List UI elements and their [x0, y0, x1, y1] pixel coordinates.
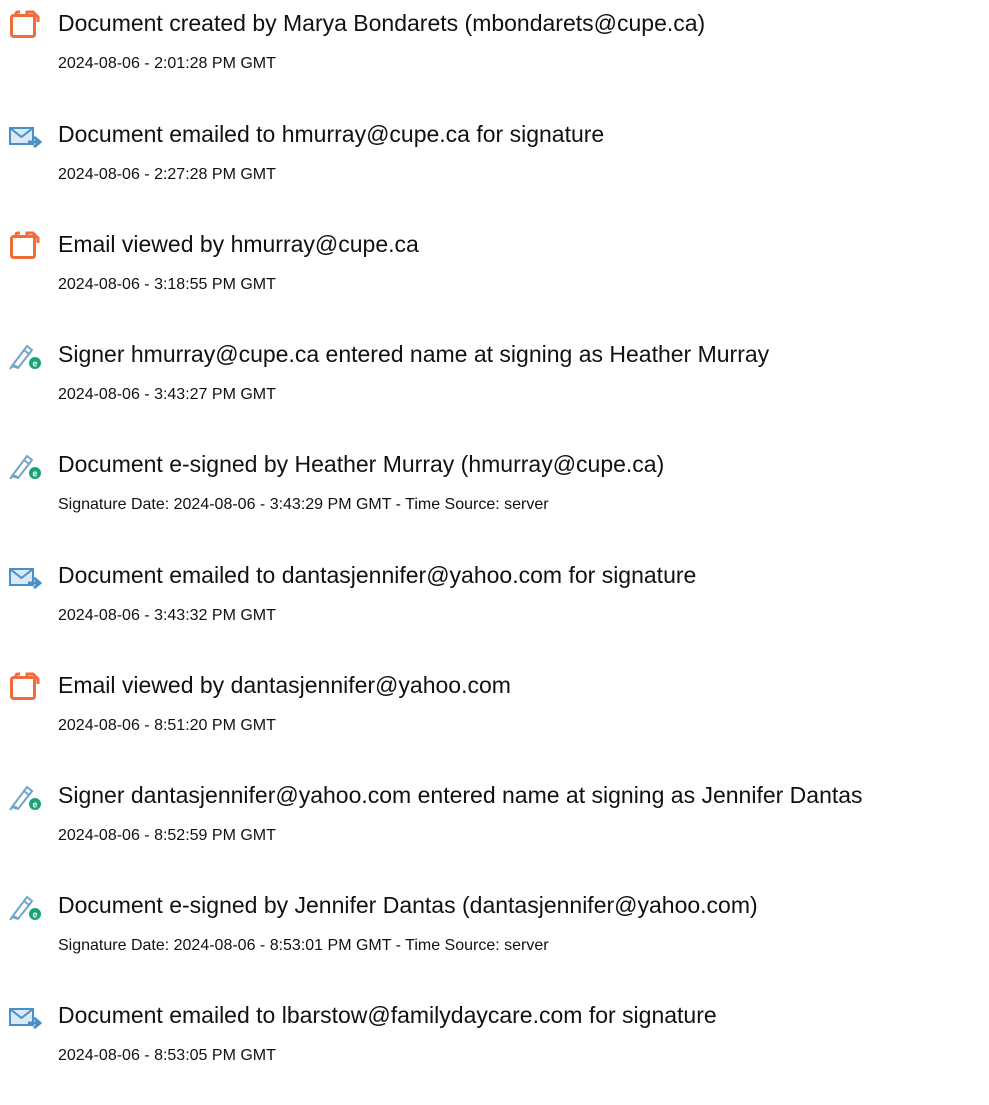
email-sent-icon-svg: [9, 127, 42, 149]
audit-event: e Signer hmurray@cupe.ca entered name at…: [0, 337, 989, 427]
audit-event: e Document e-signed by Heather Murray (h…: [0, 447, 989, 537]
event-title: Signer dantasjennifer@yahoo.com entered …: [58, 782, 863, 808]
event-title: Document e-signed by Heather Murray (hmu…: [58, 451, 665, 477]
email-sent-icon-svg: [9, 1008, 42, 1030]
event-timestamp: 2024-08-06 - 2:27:28 PM GMT: [58, 166, 276, 183]
event-title: Email viewed by dantasjennifer@yahoo.com: [58, 672, 511, 698]
e-sign-pen-icon-svg: e: [9, 344, 41, 370]
event-title: Document emailed to dantasjennifer@yahoo…: [58, 562, 697, 588]
e-sign-pen-icon: e: [8, 341, 42, 371]
event-title: Email viewed by hmurray@cupe.ca: [58, 231, 419, 257]
svg-text:e: e: [32, 469, 37, 479]
audit-event: Email viewed by hmurray@cupe.ca 2024-08-…: [0, 227, 989, 317]
e-sign-pen-icon-svg: e: [9, 785, 41, 811]
audit-event: Document created by Marya Bondarets (mbo…: [0, 6, 989, 96]
event-timestamp: 2024-08-06 - 8:53:05 PM GMT: [58, 1047, 276, 1064]
event-timestamp: 2024-08-06 - 8:51:20 PM GMT: [58, 717, 276, 734]
e-sign-pen-icon: e: [8, 892, 42, 922]
audit-event: e Document e-signed by Jennifer Dantas (…: [0, 888, 989, 978]
email-viewed-icon: [8, 672, 42, 702]
e-sign-pen-icon-svg: e: [9, 895, 41, 921]
event-title: Document emailed to hmurray@cupe.ca for …: [58, 121, 605, 147]
email-viewed-icon-svg: [10, 672, 40, 700]
event-timestamp: 2024-08-06 - 3:43:32 PM GMT: [58, 607, 276, 624]
event-timestamp: 2024-08-06 - 3:43:27 PM GMT: [58, 386, 276, 403]
e-sign-pen-icon-svg: e: [9, 454, 41, 480]
audit-event: Document emailed to dantasjennifer@yahoo…: [0, 558, 989, 648]
event-title: Document created by Marya Bondarets (mbo…: [58, 10, 706, 36]
document-created-icon: [8, 10, 42, 40]
audit-event: e Signer dantasjennifer@yahoo.com entere…: [0, 778, 989, 868]
event-title: Document emailed to lbarstow@familydayca…: [58, 1002, 717, 1028]
svg-text:e: e: [32, 359, 37, 369]
email-sent-icon: [8, 562, 42, 592]
audit-event: Document emailed to lbarstow@familydayca…: [0, 998, 989, 1088]
email-sent-icon-svg: [9, 568, 42, 590]
event-timestamp: 2024-08-06 - 2:01:28 PM GMT: [58, 55, 276, 72]
audit-event: Email viewed by dantasjennifer@yahoo.com…: [0, 668, 989, 758]
event-timestamp: 2024-08-06 - 8:52:59 PM GMT: [58, 827, 276, 844]
e-sign-pen-icon: e: [8, 451, 42, 481]
svg-text:e: e: [32, 910, 37, 920]
svg-text:e: e: [32, 800, 37, 810]
email-sent-icon: [8, 121, 42, 151]
document-created-icon-svg: [10, 10, 40, 38]
event-timestamp: Signature Date: 2024-08-06 - 8:53:01 PM …: [58, 937, 549, 954]
event-title: Document e-signed by Jennifer Dantas (da…: [58, 892, 758, 918]
audit-event: Document emailed to hmurray@cupe.ca for …: [0, 117, 989, 207]
e-sign-pen-icon: e: [8, 782, 42, 812]
event-title: Signer hmurray@cupe.ca entered name at s…: [58, 341, 770, 367]
email-sent-icon: [8, 1002, 42, 1032]
email-viewed-icon: [8, 231, 42, 261]
email-viewed-icon-svg: [10, 231, 40, 259]
event-timestamp: Signature Date: 2024-08-06 - 3:43:29 PM …: [58, 496, 549, 513]
event-timestamp: 2024-08-06 - 3:18:55 PM GMT: [58, 276, 276, 293]
